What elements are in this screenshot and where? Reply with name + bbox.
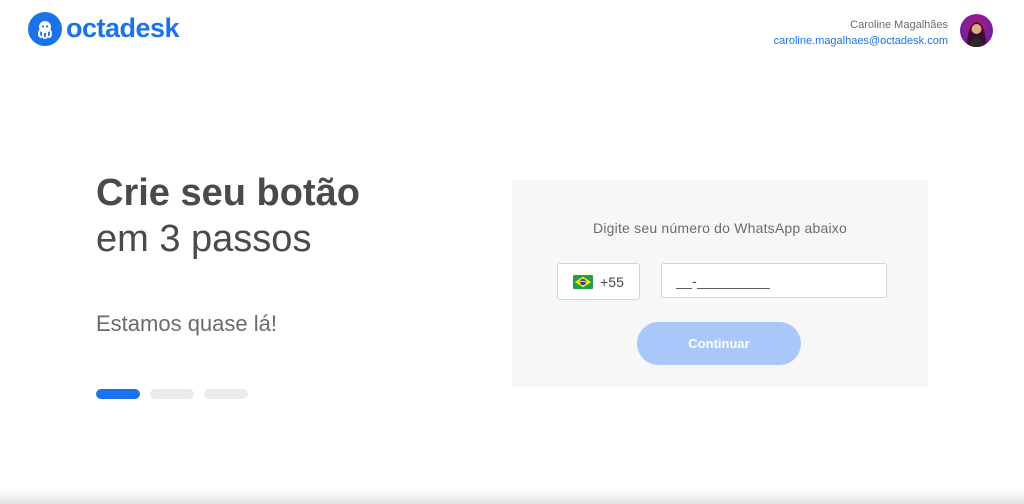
user-info: Caroline Magalhães caroline.magalhaes@oc… [774,17,948,49]
country-code-select[interactable]: +55 [557,263,640,300]
step-1 [96,389,140,399]
phone-number-input[interactable] [661,263,887,298]
step-indicator [96,389,248,399]
country-code-label: +55 [600,273,624,290]
card-title: Digite seu número do WhatsApp abaixo [593,220,847,236]
page-title-light: em 3 passos [96,218,312,260]
progress-subtitle: Estamos quase lá! [96,311,277,336]
brazil-flag-icon [573,274,594,289]
user-email[interactable]: caroline.magalhaes@octadesk.com [774,33,948,49]
logo-wordmark: octadesk [66,12,180,43]
bottom-shadow [0,490,1024,504]
page-title: Crie seu botão em 3 passos [96,170,360,262]
continue-button[interactable]: Continuar [637,322,801,365]
user-name: Caroline Magalhães [850,19,948,31]
user-photo-icon [967,22,986,47]
page-title-strong: Crie seu botão [96,172,360,214]
whatsapp-number-card: Digite seu número do WhatsApp abaixo +55… [512,180,928,387]
step-3 [204,389,248,399]
avatar[interactable] [960,14,993,47]
step-2 [150,389,194,399]
octadesk-logo[interactable]: octadesk [28,12,180,46]
octopus-icon [28,12,62,46]
